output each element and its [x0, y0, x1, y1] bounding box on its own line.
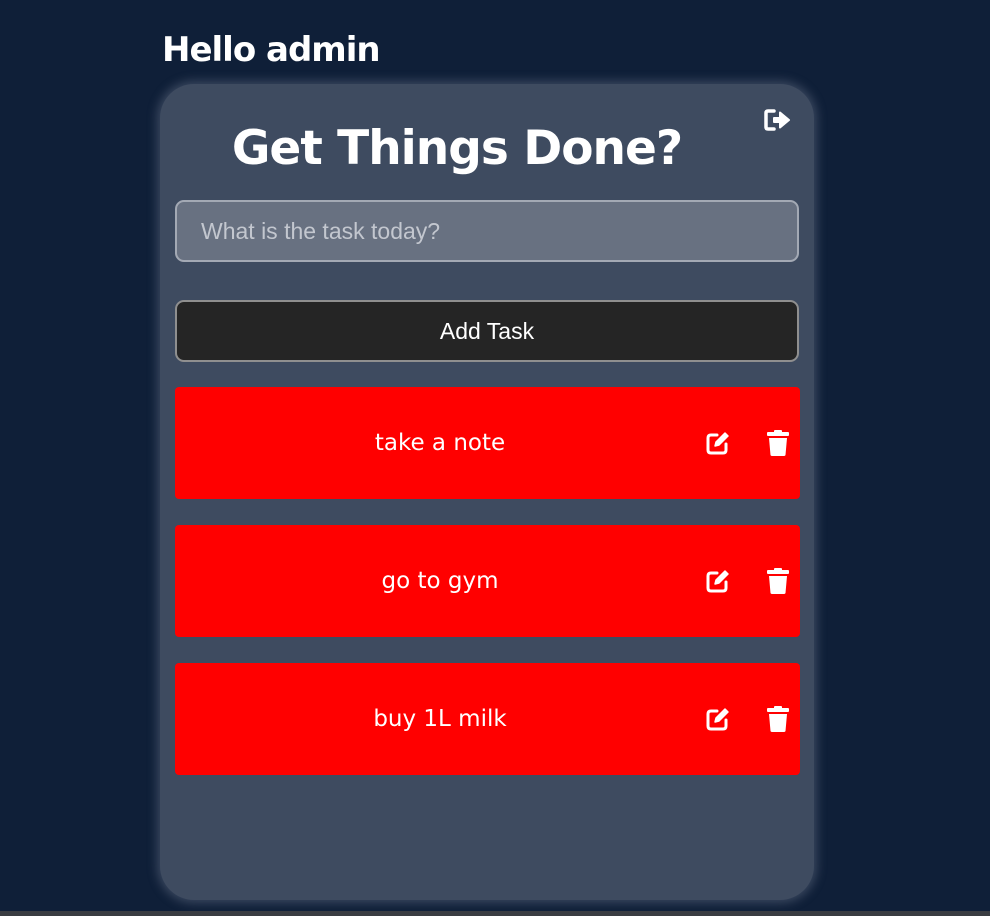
task-item: take a note — [175, 387, 800, 499]
trash-icon[interactable] — [764, 705, 792, 733]
task-input[interactable] — [175, 200, 799, 262]
task-list: take a note go to gym buy 1L milk — [175, 387, 800, 801]
task-text: buy 1L milk — [373, 706, 507, 732]
edit-icon[interactable] — [704, 567, 732, 595]
task-text: go to gym — [381, 568, 499, 594]
greeting-heading: Hello admin — [162, 30, 381, 70]
edit-icon[interactable] — [704, 705, 732, 733]
window-bottom-edge — [0, 911, 990, 916]
task-item: go to gym — [175, 525, 800, 637]
todo-card: Get Things Done? Add Task take a note go — [160, 84, 814, 900]
app-title: Get Things Done? — [231, 121, 683, 176]
trash-icon[interactable] — [764, 429, 792, 457]
add-task-button[interactable]: Add Task — [175, 300, 799, 362]
trash-icon[interactable] — [764, 567, 792, 595]
task-text: take a note — [374, 430, 506, 456]
task-item: buy 1L milk — [175, 663, 800, 775]
logout-icon[interactable] — [763, 108, 793, 132]
edit-icon[interactable] — [704, 429, 732, 457]
